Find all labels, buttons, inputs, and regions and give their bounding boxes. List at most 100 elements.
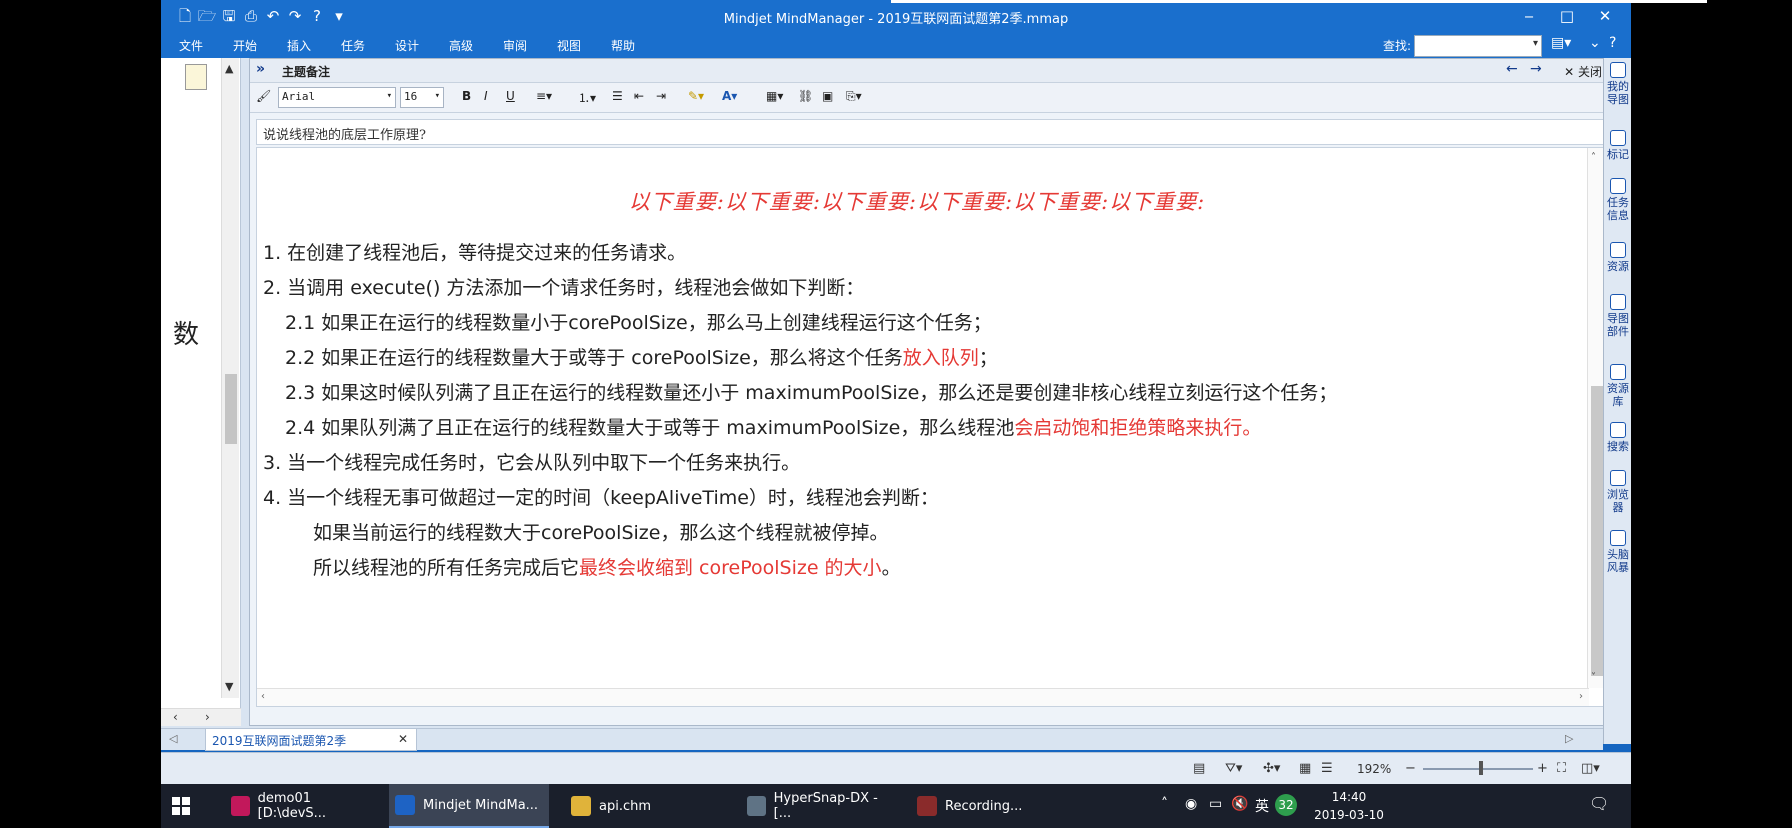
note-editor[interactable]: 以下重要:以下重要:以下重要:以下重要:以下重要:以下重要: 1. 在创建了线程… bbox=[256, 147, 1606, 707]
tab-scroll-left-icon[interactable]: ◁ bbox=[169, 732, 177, 745]
zoom-out-icon[interactable]: − bbox=[1405, 761, 1416, 776]
zoom-in-icon[interactable]: + bbox=[1537, 761, 1548, 776]
decrease-indent-icon[interactable]: ⇤ bbox=[634, 89, 644, 103]
menu-home[interactable]: 开始 bbox=[233, 37, 257, 54]
bold-icon[interactable]: B bbox=[462, 89, 471, 103]
filter-icon[interactable]: ⛛▾ bbox=[1225, 761, 1242, 776]
panel-browser[interactable]: 浏览器 bbox=[1607, 470, 1629, 514]
menu-help[interactable]: 帮助 bbox=[611, 37, 635, 54]
image-icon[interactable]: ▣ bbox=[822, 89, 833, 103]
chevron-down-icon[interactable]: ▾ bbox=[435, 91, 440, 101]
help-circle-icon[interactable]: ? bbox=[1609, 35, 1616, 51]
italic-icon[interactable]: I bbox=[484, 89, 488, 103]
notification-count-badge[interactable]: 32 bbox=[1275, 794, 1297, 816]
font-name-select[interactable]: Arial ▾ bbox=[278, 87, 396, 108]
panel-library[interactable]: 资源库 bbox=[1607, 364, 1629, 408]
scroll-up-icon[interactable]: ˄ bbox=[1591, 152, 1596, 163]
ime-indicator[interactable]: 英 bbox=[1255, 796, 1269, 816]
tab-scroll-right-icon[interactable]: ▷ bbox=[1565, 732, 1573, 745]
layout-options-icon[interactable]: ▤▾ bbox=[1551, 35, 1571, 51]
map-horizontal-scrollbar[interactable]: ‹ › bbox=[161, 708, 241, 726]
chevron-down-icon[interactable]: ▾ bbox=[1533, 38, 1538, 49]
close-tab-icon[interactable]: ✕ bbox=[398, 732, 408, 746]
scroll-down-icon[interactable]: ˅ bbox=[1591, 672, 1596, 683]
layout-icon[interactable]: ◫▾ bbox=[1581, 761, 1600, 776]
document-tab[interactable]: 2019互联网面试题第2季 ✕ bbox=[205, 729, 417, 751]
format-painter-icon[interactable]: 🖌 bbox=[256, 89, 271, 103]
menu-advanced[interactable]: 高级 bbox=[449, 37, 473, 54]
taskbar-item-recording[interactable]: Recording... bbox=[911, 784, 1061, 828]
zoom-slider[interactable] bbox=[1423, 768, 1533, 770]
back-arrow-icon[interactable]: ← bbox=[1506, 61, 1518, 77]
panel-my-maps[interactable]: 我的导图 bbox=[1607, 62, 1629, 106]
minimize-button[interactable]: ‒ bbox=[1509, 4, 1549, 28]
align-left-icon[interactable]: ≡▾ bbox=[536, 89, 552, 103]
menu-file[interactable]: 文件 bbox=[179, 37, 203, 54]
taskbar-item-intellij[interactable]: demo01 [D:\devS... bbox=[225, 784, 375, 828]
chevron-down-icon[interactable]: ▾ bbox=[387, 91, 392, 101]
panel-search[interactable]: 搜索 bbox=[1607, 422, 1629, 453]
map-topic-fragment[interactable]: 数 bbox=[173, 314, 199, 351]
title-highlight bbox=[891, 0, 1707, 3]
insert-object-icon[interactable]: ⎘▾ bbox=[846, 89, 862, 104]
action-center-icon[interactable]: 🗨 bbox=[1589, 794, 1609, 813]
note-icon[interactable] bbox=[185, 64, 207, 90]
taskbar-item-hypersnap[interactable]: HyperSnap-DX - [... bbox=[741, 784, 891, 828]
close-notes-button[interactable]: ✕ 关闭 bbox=[1564, 63, 1602, 80]
note-subject[interactable]: 说说线程池的底层工作原理? bbox=[256, 119, 1606, 145]
close-window-button[interactable]: ✕ bbox=[1585, 4, 1625, 28]
panel-label: 搜索 bbox=[1607, 440, 1629, 453]
panel-map-parts[interactable]: 导图部件 bbox=[1607, 294, 1629, 338]
scroll-thumb[interactable] bbox=[1591, 386, 1603, 676]
underline-icon[interactable]: U bbox=[506, 89, 515, 103]
scroll-down-icon[interactable]: ▼ bbox=[225, 680, 233, 693]
zoom-slider-knob[interactable] bbox=[1479, 761, 1483, 775]
ribbon-collapse-icon[interactable]: ⌄ bbox=[1589, 35, 1601, 51]
collapse-pane-icon[interactable]: » bbox=[256, 61, 265, 77]
editor-horizontal-scrollbar[interactable]: ‹ › bbox=[257, 688, 1589, 706]
forward-arrow-icon[interactable]: → bbox=[1530, 61, 1542, 77]
navigate-icon[interactable]: ✣▾ bbox=[1263, 761, 1280, 776]
map-vertical-scrollbar[interactable]: ▲ ▼ bbox=[221, 58, 239, 698]
show-hidden-icons-icon[interactable]: ˄ bbox=[1161, 796, 1168, 812]
taskbar-item-mindmanager[interactable]: Mindjet MindMa... bbox=[389, 784, 549, 828]
app-tray-icon[interactable]: ◉ bbox=[1185, 796, 1197, 812]
volume-muted-icon[interactable]: 🔇 bbox=[1231, 796, 1248, 812]
taskbar-item-chm[interactable]: api.chm bbox=[565, 784, 715, 828]
map-view-icon[interactable]: ▦ bbox=[1299, 761, 1311, 776]
notes-view-icon[interactable]: ▤ bbox=[1193, 761, 1205, 776]
outline-view-icon[interactable]: ☰ bbox=[1321, 761, 1333, 776]
menu-review[interactable]: 审阅 bbox=[503, 37, 527, 54]
font-size-select[interactable]: 16 ▾ bbox=[400, 87, 444, 108]
numbered-list-icon[interactable]: ⒈▾ bbox=[578, 89, 596, 106]
scroll-up-icon[interactable]: ▲ bbox=[225, 62, 233, 75]
fit-map-icon[interactable]: ⛶ bbox=[1557, 761, 1566, 776]
menu-view[interactable]: 视图 bbox=[557, 37, 581, 54]
bullet-list-icon[interactable]: ☰ bbox=[612, 89, 623, 103]
panel-task-info[interactable]: 任务信息 bbox=[1607, 178, 1629, 222]
clock-time: 14:40 bbox=[1331, 790, 1367, 804]
system-clock[interactable]: 14:40 2019-03-10 bbox=[1311, 788, 1387, 824]
menu-insert[interactable]: 插入 bbox=[287, 37, 311, 54]
increase-indent-icon[interactable]: ⇥ bbox=[656, 89, 666, 103]
scroll-left-icon[interactable]: ‹ bbox=[173, 710, 178, 724]
scroll-right-icon[interactable]: › bbox=[205, 710, 210, 724]
link-icon[interactable]: ⛓ bbox=[798, 89, 813, 103]
highlight-color-icon[interactable]: ✎▾ bbox=[688, 89, 704, 103]
panel-resources[interactable]: 资源 bbox=[1607, 242, 1629, 273]
panel-markers[interactable]: 标记 bbox=[1607, 130, 1629, 161]
search-input[interactable]: ▾ bbox=[1414, 35, 1542, 57]
table-icon[interactable]: ▦▾ bbox=[766, 89, 783, 103]
scroll-left-icon[interactable]: ‹ bbox=[261, 691, 265, 702]
scroll-thumb[interactable] bbox=[225, 374, 237, 444]
menu-design[interactable]: 设计 bbox=[395, 37, 419, 54]
scroll-right-icon[interactable]: › bbox=[1579, 691, 1583, 702]
step-2: 2. 当调用 execute() 方法添加一个请求任务时，线程池会做如下判断： bbox=[263, 277, 865, 299]
maximize-button[interactable]: □ bbox=[1547, 4, 1587, 28]
panel-brainstorm[interactable]: 头脑风暴 bbox=[1607, 530, 1629, 574]
start-button[interactable] bbox=[161, 784, 201, 828]
battery-icon[interactable]: ▭ bbox=[1209, 796, 1222, 812]
font-color-icon[interactable]: A▾ bbox=[722, 89, 737, 103]
menu-task[interactable]: 任务 bbox=[341, 37, 365, 54]
font-size-value: 16 bbox=[404, 90, 418, 103]
